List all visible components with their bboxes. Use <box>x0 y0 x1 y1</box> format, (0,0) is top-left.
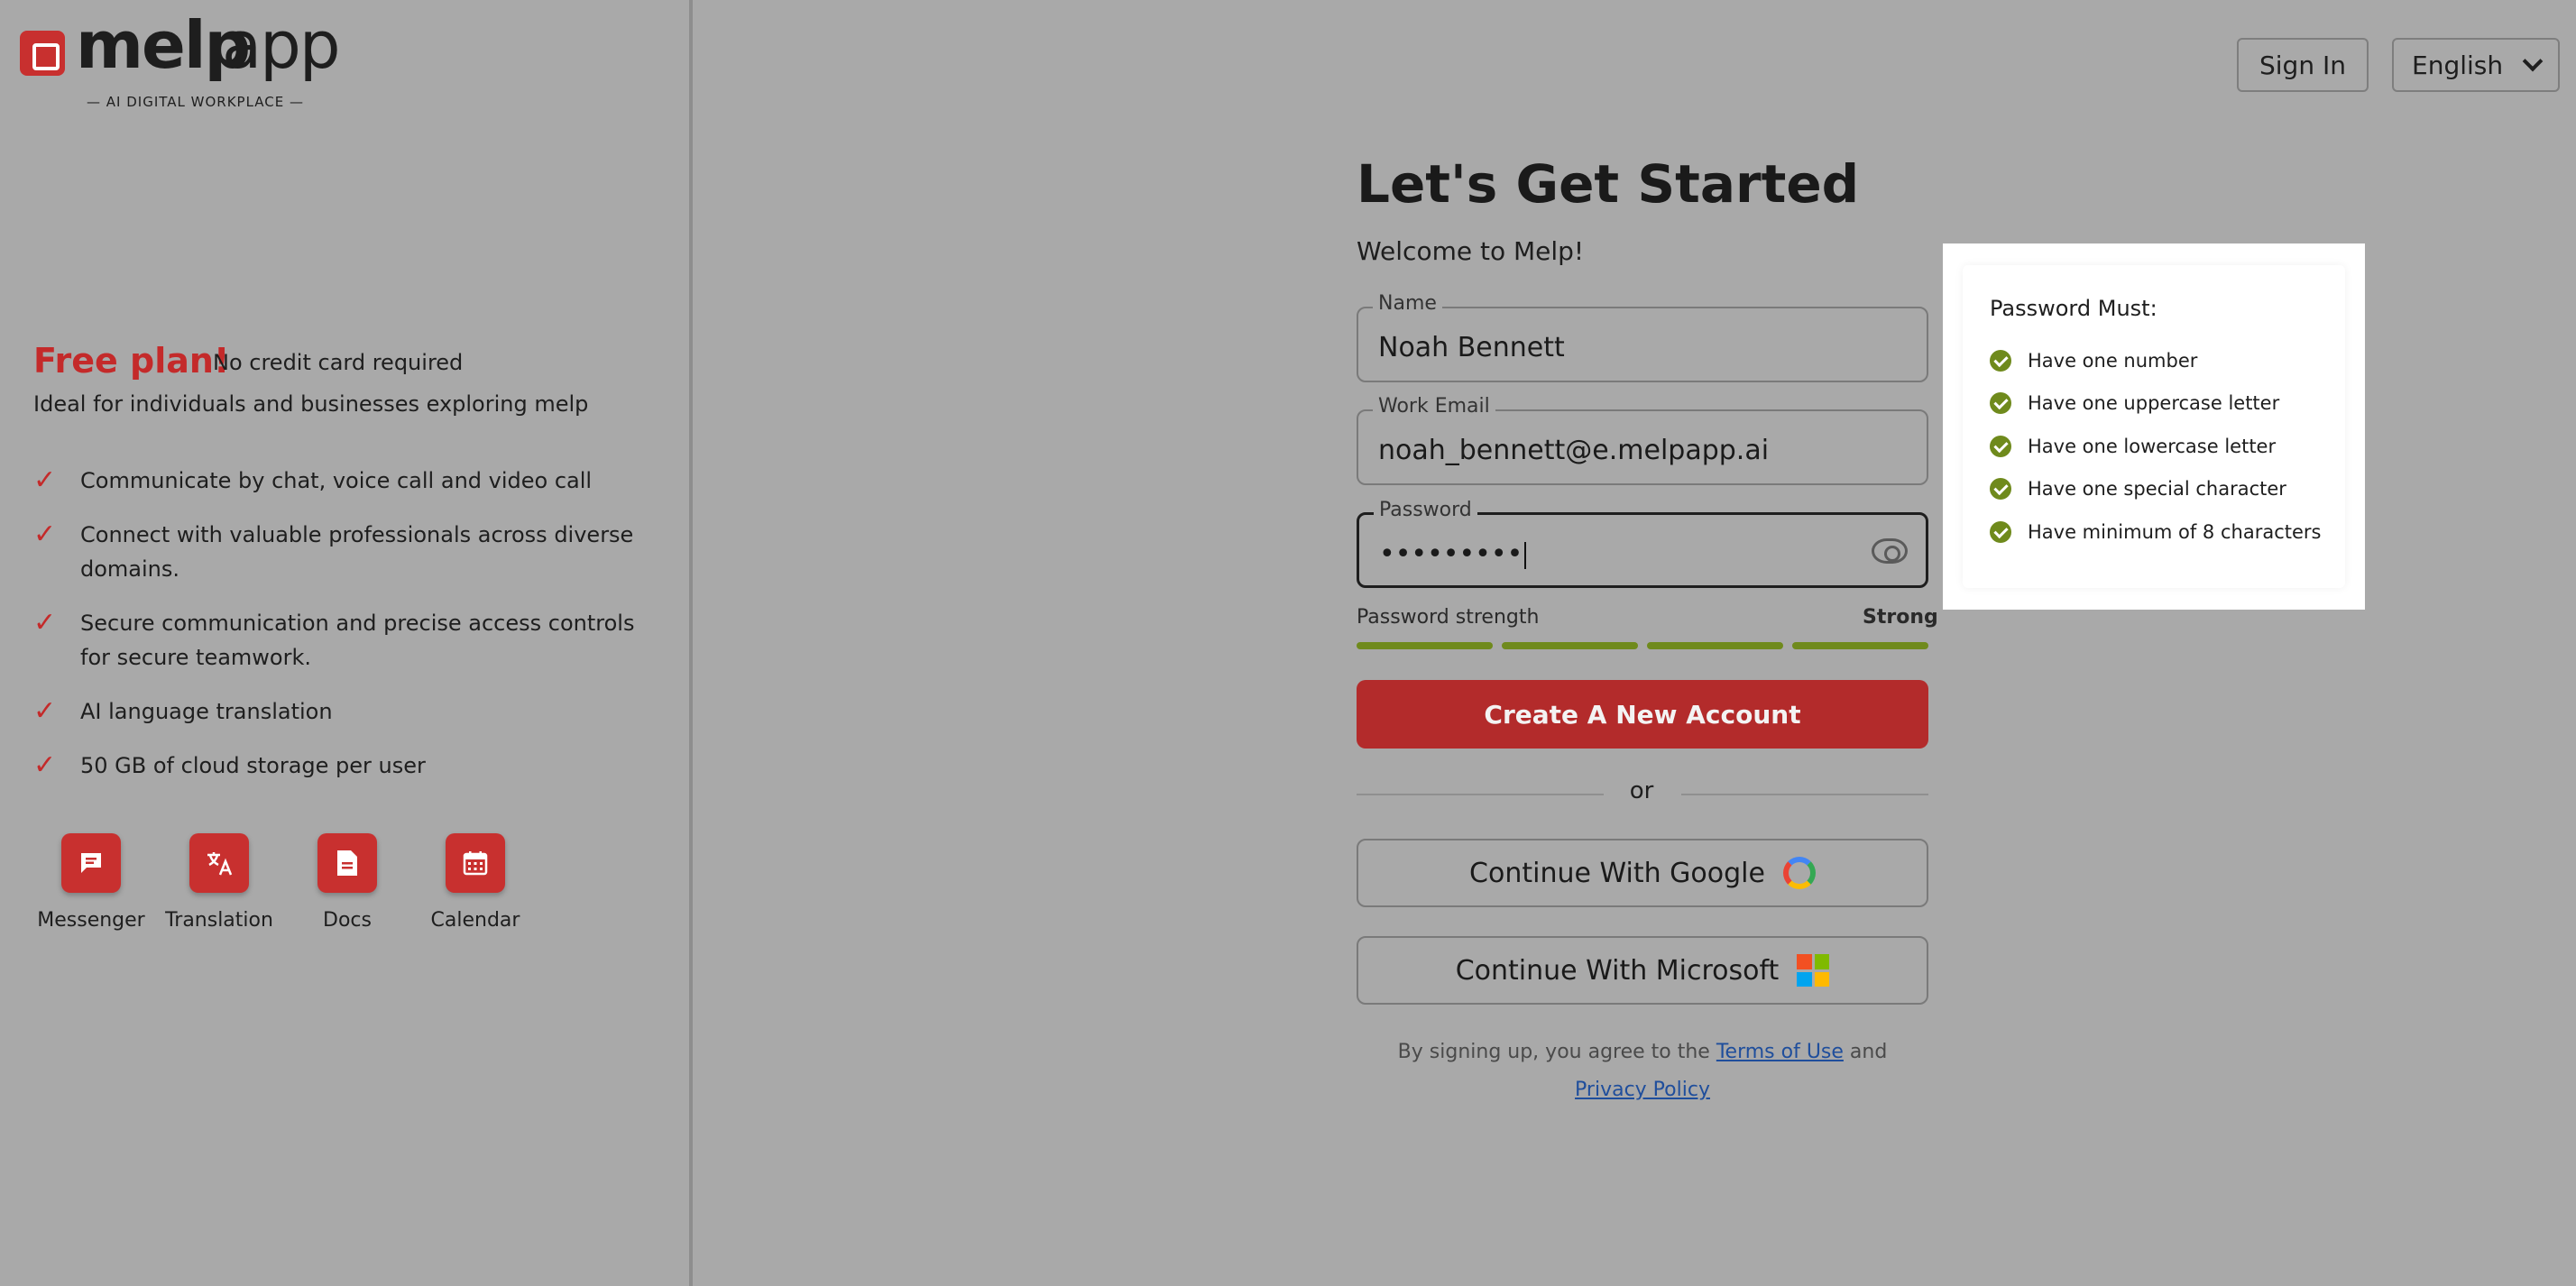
check-icon: ✓ <box>33 464 57 496</box>
password-strength-label: Password strength <box>1357 606 1540 629</box>
password-rule-text: Have one special character <box>2028 478 2286 501</box>
feature-text: Communicate by chat, voice call and vide… <box>80 468 593 493</box>
eye-icon[interactable] <box>1872 538 1908 564</box>
check-icon: ✓ <box>33 695 57 727</box>
check-circle-icon <box>1990 349 2011 372</box>
password-rule-text: Have one lowercase letter <box>2028 435 2277 457</box>
language-selector[interactable]: English <box>2392 38 2560 92</box>
google-button-label: Continue With Google <box>1469 857 1765 889</box>
feature-item: ✓ Connect with valuable professionals ac… <box>33 518 665 586</box>
password-masked-value: ••••••••• <box>1379 538 1523 570</box>
text-caret <box>1524 541 1527 569</box>
name-field-value: Noah Bennett <box>1378 332 1565 363</box>
strength-bar-segment <box>1647 642 1783 649</box>
strength-bar-segment <box>1502 642 1638 649</box>
feature-list: ✓ Communicate by chat, voice call and vi… <box>33 464 665 803</box>
password-rules-list: Have one number Have one uppercase lette… <box>1990 339 2321 554</box>
password-field-value: ••••••••• <box>1379 538 1527 570</box>
feature-item: ✓ Communicate by chat, voice call and vi… <box>33 464 665 498</box>
password-strength-meter <box>1357 642 1928 651</box>
password-rule-item: Have one uppercase letter <box>1990 382 2321 426</box>
microsoft-signin-button[interactable]: Continue With Microsoft <box>1357 936 1928 1005</box>
privacy-policy-link[interactable]: Privacy Policy <box>1575 1079 1710 1101</box>
app-tile-calendar: Calendar <box>411 833 539 932</box>
app-tile-translation: Translation <box>155 833 283 932</box>
check-circle-icon <box>1990 392 2011 415</box>
feature-text: 50 GB of cloud storage per user <box>80 753 426 778</box>
create-account-button[interactable]: Create A New Account <box>1357 680 1928 749</box>
strength-bar-segment <box>1357 642 1493 649</box>
feature-item: ✓ Secure communication and precise acces… <box>33 606 665 675</box>
password-rule-item: Have one lowercase letter <box>1990 425 2321 468</box>
language-value: English <box>2412 50 2504 80</box>
feature-text: Secure communication and precise access … <box>80 611 635 670</box>
password-field[interactable]: Password ••••••••• <box>1357 499 1928 588</box>
check-icon: ✓ <box>33 519 57 550</box>
strength-bar-segment <box>1792 642 1928 649</box>
app-label: Calendar <box>430 909 520 932</box>
free-plan-heading: Free plan! <box>33 341 230 381</box>
password-rule-text: Have one uppercase letter <box>2028 392 2280 415</box>
google-signin-button[interactable]: Continue With Google <box>1357 839 1928 907</box>
chevron-down-icon <box>2522 51 2544 72</box>
translate-icon <box>189 833 249 893</box>
doc-icon <box>317 833 377 893</box>
microsoft-icon <box>1797 954 1830 987</box>
check-icon: ✓ <box>33 607 57 638</box>
email-field-value: noah_bennett@e.melpapp.ai <box>1378 435 1770 466</box>
password-rule-text: Have minimum of 8 characters <box>2028 520 2322 543</box>
microsoft-button-label: Continue With Microsoft <box>1455 954 1780 987</box>
terms-text: By signing up, you agree to the Terms of… <box>1357 1033 1928 1109</box>
email-field-label: Work Email <box>1373 395 1495 418</box>
logo-tagline: — AI DIGITAL WORKPLACE — <box>87 94 304 110</box>
feature-text: AI language translation <box>80 699 333 724</box>
check-icon: ✓ <box>33 749 57 781</box>
app-label: Messenger <box>37 909 145 932</box>
password-rules-popup: Password Must: Have one number Have one … <box>1943 243 2365 610</box>
melp-logo-icon <box>20 31 65 76</box>
app-tile-messenger: Messenger <box>27 833 155 932</box>
terms-prefix: By signing up, you agree to the <box>1397 1041 1710 1063</box>
terms-of-use-link[interactable]: Terms of Use <box>1716 1041 1844 1063</box>
check-circle-icon <box>1990 435 2011 457</box>
sign-in-button[interactable]: Sign In <box>2237 38 2369 92</box>
check-circle-icon <box>1990 478 2011 501</box>
app-tile-docs: Docs <box>283 833 411 932</box>
password-strength-value: Strong <box>1863 606 1938 629</box>
calendar-icon <box>446 833 505 893</box>
password-rules-title: Password Must: <box>1990 296 2157 321</box>
page-subtitle: Welcome to Melp! <box>1357 236 1585 266</box>
no-credit-card-text: No credit card required <box>213 350 464 375</box>
password-rule-item: Have one special character <box>1990 468 2321 511</box>
ideal-for-text: Ideal for individuals and businesses exp… <box>33 391 589 417</box>
chat-icon <box>61 833 121 893</box>
feature-text: Connect with valuable professionals acro… <box>80 522 634 582</box>
feature-item: ✓ 50 GB of cloud storage per user <box>33 749 665 783</box>
password-rule-text: Have one number <box>2028 349 2198 372</box>
email-field[interactable]: Work Email noah_bennett@e.melpapp.ai <box>1357 395 1928 485</box>
or-text: or <box>1629 777 1654 804</box>
password-field-label: Password <box>1374 499 1477 521</box>
password-rule-item: Have minimum of 8 characters <box>1990 510 2321 554</box>
name-field[interactable]: Name Noah Bennett <box>1357 292 1928 382</box>
name-field-label: Name <box>1373 292 1442 315</box>
logo-name-light: app <box>222 7 341 83</box>
feature-item: ✓ AI language translation <box>33 694 665 729</box>
terms-and: and <box>1849 1041 1888 1063</box>
app-label: Translation <box>165 909 273 932</box>
app-label: Docs <box>323 909 372 932</box>
check-circle-icon <box>1990 520 2011 543</box>
page-title: Let's Get Started <box>1357 153 1860 215</box>
google-icon <box>1782 857 1816 889</box>
app-list: Messenger Translation Docs Calendar <box>27 833 539 932</box>
password-rule-item: Have one number <box>1990 339 2321 382</box>
